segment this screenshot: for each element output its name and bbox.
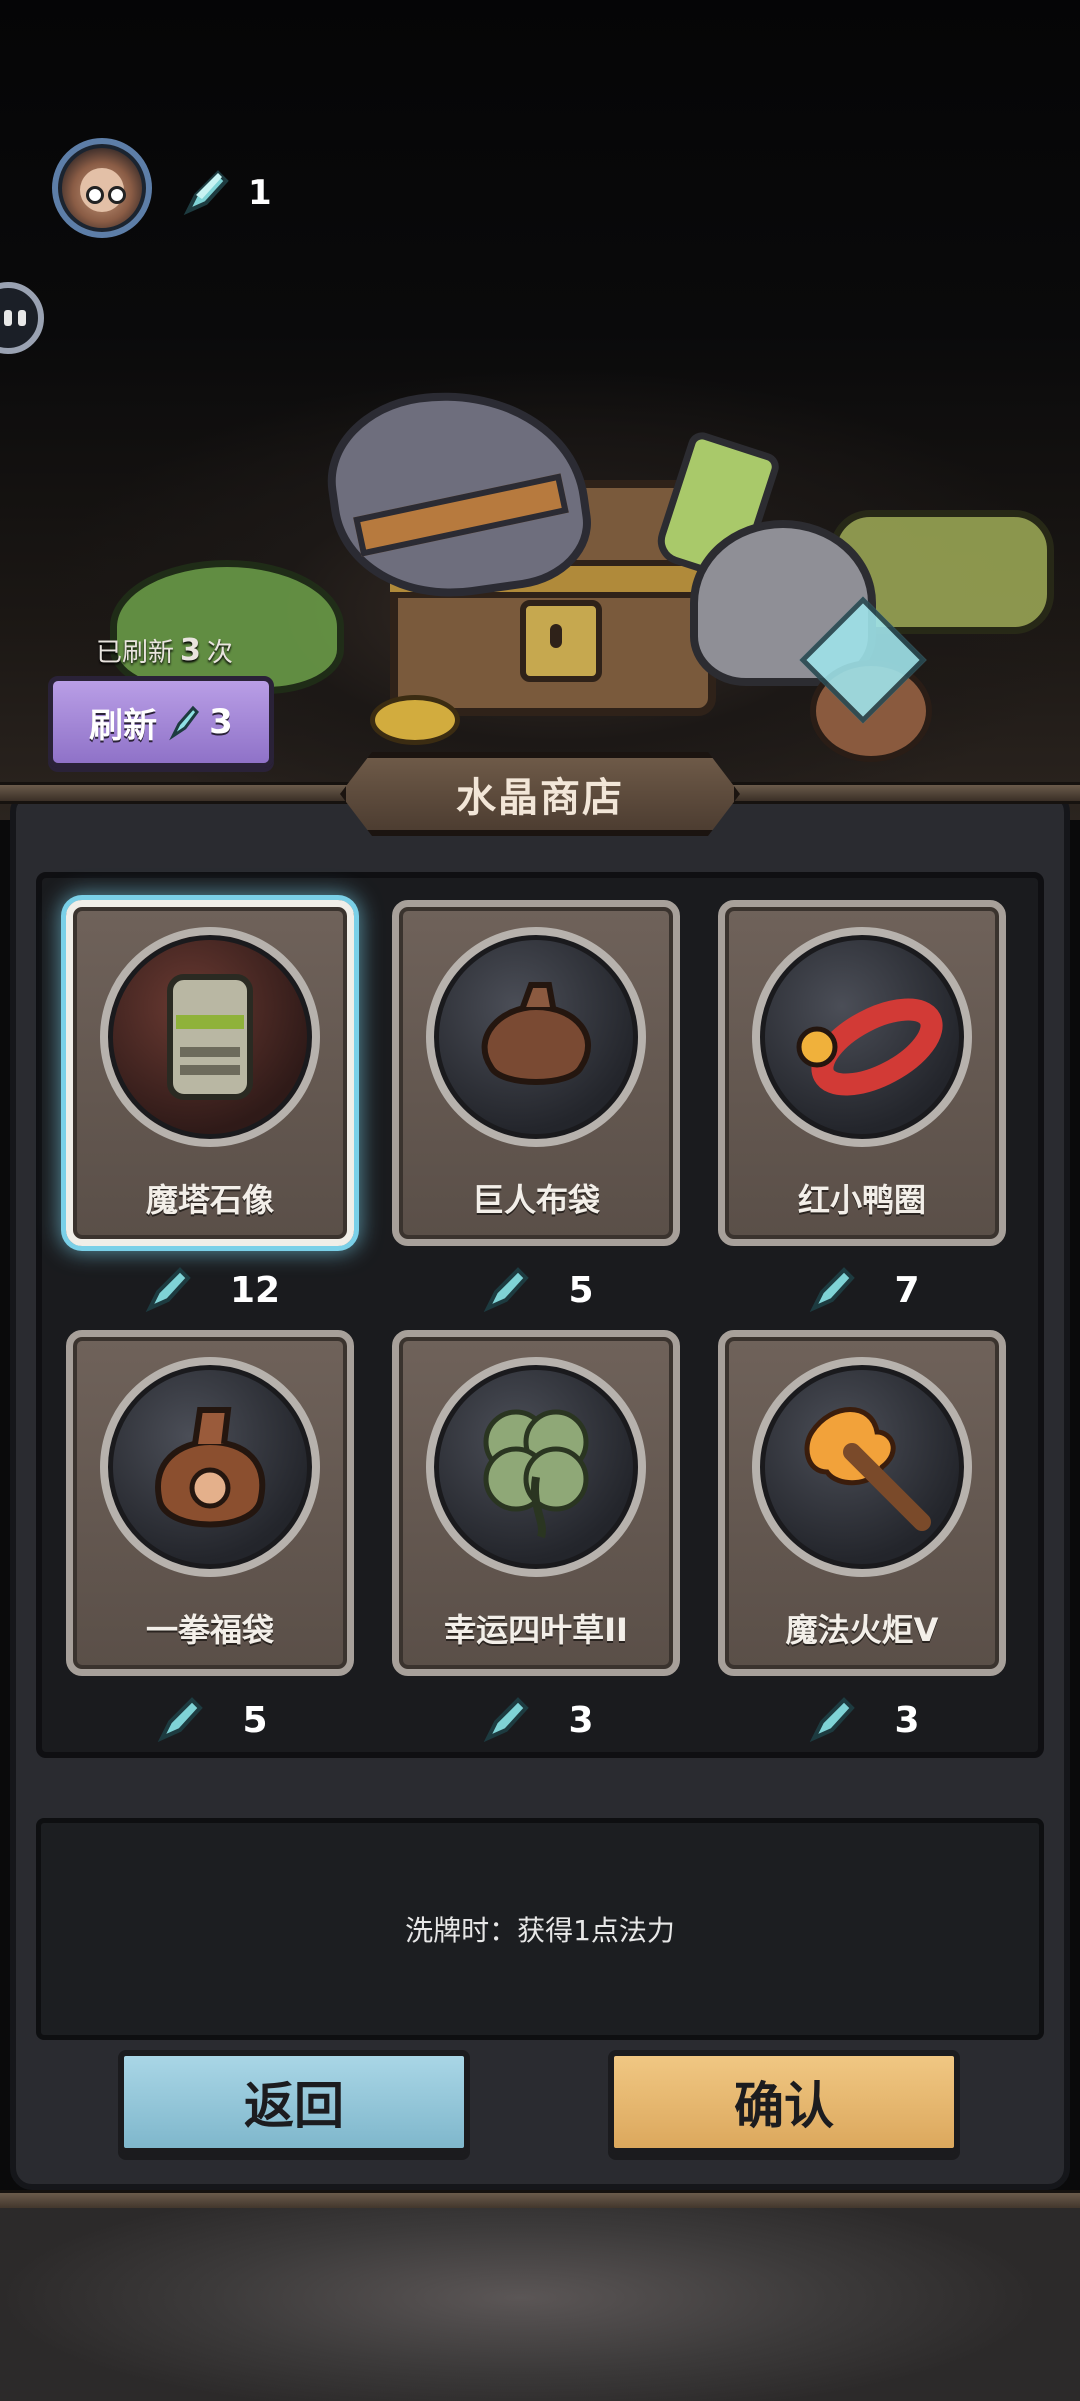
sack-icon [481,982,591,1085]
item-price-1: 5 [392,1262,680,1318]
item-price-0: 12 [66,1262,354,1318]
crystal-icon [169,705,200,741]
item-disc [426,1357,646,1577]
crystal-icon [145,1267,191,1313]
item-price-3: 5 [66,1692,354,1748]
confirm-button-label: 确认 [734,2077,834,2135]
fist-bag-icon [155,1407,266,1528]
shop-title: 水晶商店 [340,752,740,836]
item-name: 魔塔石像 [145,1181,274,1219]
item-card-5[interactable]: 魔法火炬V [718,1330,1006,1676]
crystal-count: 1 [248,173,272,213]
item-disc [100,1357,320,1577]
item-price-2: 7 [718,1262,1006,1318]
item-disc [752,927,972,1147]
coins-icon [370,695,460,745]
refresh-count-label: 已刷新 3 次 [96,630,246,670]
item-disc [426,927,646,1147]
refresh-button-label: 刷新 [89,705,158,746]
item-name: 红小鸭圈 [797,1181,926,1219]
item-disc [100,927,320,1147]
tiki-statue-icon [167,974,253,1100]
price-value: 3 [568,1699,594,1741]
price-value: 5 [568,1269,594,1311]
crystal-balance: 1 [178,158,272,228]
crystal-icon [810,1267,856,1313]
duck-float-icon [796,998,943,1096]
refresh-suffix: 次 [206,637,233,668]
item-name: 巨人布袋 [471,1181,600,1219]
item-card-1[interactable]: 巨人布袋 [392,900,680,1246]
crystal-icon [183,170,229,216]
refresh-times: 3 [180,632,201,668]
item-card-0[interactable]: 魔塔石像 [66,900,354,1246]
price-value: 5 [242,1699,268,1741]
player-avatar[interactable] [52,138,152,238]
crystal-icon [158,1697,204,1743]
item-card-3[interactable]: 一拳福袋 [66,1330,354,1676]
item-description: 洗牌时：获得1点法力 [36,1818,1044,2040]
refresh-prefix: 已刷新 [96,637,175,668]
back-button-label: 返回 [244,2077,344,2135]
price-value: 7 [894,1269,920,1311]
item-name: 一拳福袋 [145,1611,274,1649]
item-name: 幸运四叶草II [444,1611,628,1649]
crystal-icon [484,1267,530,1313]
confirm-button[interactable]: 确认 [608,2050,960,2154]
game-screen: ✦ 1 已刷新 3 次 刷新 3 水晶商店 [0,0,1080,2401]
refresh-cost: 3 [209,702,233,742]
crystal-icon [484,1697,530,1743]
four-leaf-clover-icon [483,1409,589,1539]
slime-decoration [110,560,344,694]
crystal-icon [810,1697,856,1743]
refresh-button[interactable]: 刷新 3 [48,676,274,768]
magic-torch-icon [804,1407,931,1531]
back-button[interactable]: 返回 [118,2050,470,2154]
item-price-5: 3 [718,1692,1006,1748]
item-name: 魔法火炬V [785,1611,939,1649]
item-disc [752,1357,972,1577]
item-card-2[interactable]: 红小鸭圈 [718,900,1006,1246]
keyhole-lock-icon [520,600,602,682]
description-text: 洗牌时：获得1点法力 [405,1914,675,1947]
price-value: 3 [894,1699,920,1741]
avatar-eye-left [86,186,104,204]
item-price-4: 3 [392,1692,680,1748]
ground-area [0,2208,1080,2401]
item-card-4[interactable]: 幸运四叶草II [392,1330,680,1676]
avatar-eye-right [108,186,126,204]
price-value: 12 [229,1269,281,1311]
